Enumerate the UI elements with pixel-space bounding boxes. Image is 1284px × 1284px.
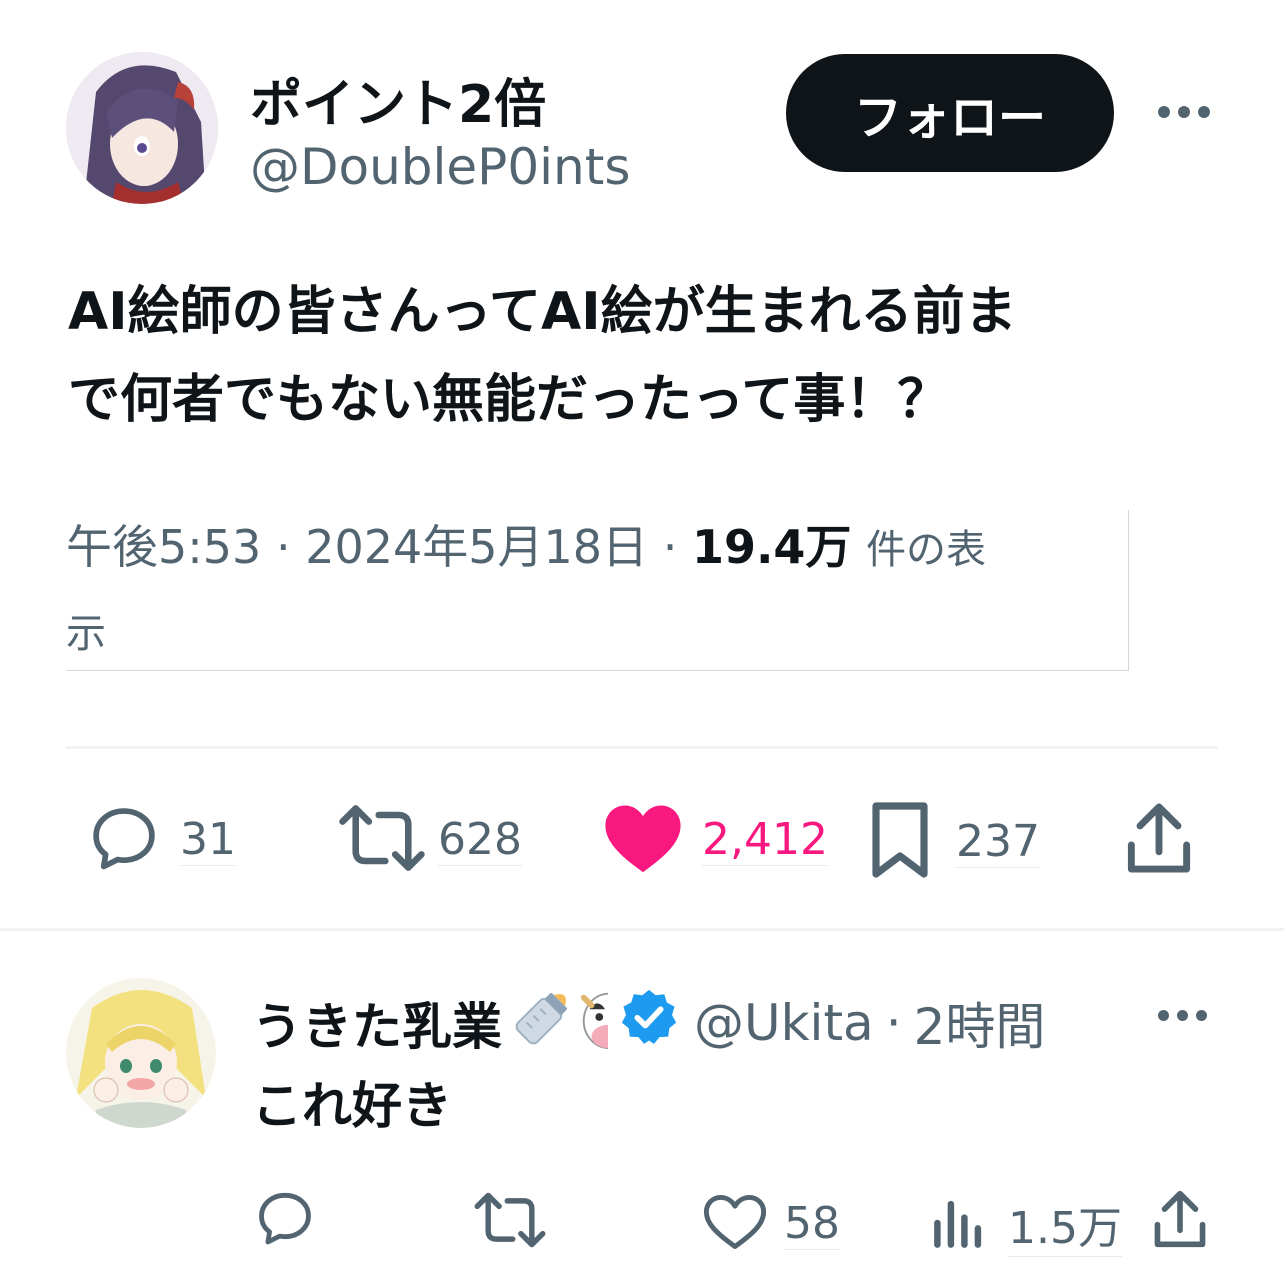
views-label: 件の表 [866, 527, 987, 573]
reply-icon [86, 800, 162, 880]
tweet-text-line: で何者でもない無能だったって事！？ [68, 370, 950, 430]
cow-emoji [574, 982, 608, 1064]
views-label-cont: 示 [66, 611, 106, 657]
views-count[interactable]: 19.4万 [692, 520, 852, 574]
reply-time[interactable]: 2時間 [914, 987, 1046, 1059]
reply-views-count: 1.5万 [1008, 1192, 1122, 1257]
verified-badge-icon[interactable] [618, 986, 680, 1060]
author-handle[interactable]: @DoubleP0ints [250, 138, 630, 196]
tweet-date[interactable]: 2024年5月18日 [305, 520, 648, 574]
bookmark-count: 237 [956, 816, 1040, 868]
reply-share-button[interactable] [1150, 1188, 1210, 1254]
tweet-text: AI絵師の皆さんってAI絵が生まれる前ま で何者でもない無能だったって事！？ [68, 268, 1228, 444]
meta-separator: · [275, 520, 291, 574]
reply-retweet-button[interactable] [470, 1190, 550, 1254]
divider [66, 746, 1218, 749]
retweet-icon [470, 1190, 550, 1254]
reply-button[interactable]: 31 [86, 800, 236, 880]
bookmark-icon [868, 800, 932, 884]
author-name[interactable]: ポイント2倍 [250, 62, 546, 137]
reply-author-avatar[interactable] [66, 978, 216, 1128]
reply-count: 31 [180, 814, 236, 866]
retweet-count: 628 [438, 814, 522, 866]
reply-like-count: 58 [784, 1198, 840, 1250]
retweet-button[interactable]: 628 [336, 800, 522, 880]
heart-icon [602, 800, 684, 880]
views-icon [932, 1195, 986, 1255]
bookmark-button[interactable]: 237 [868, 800, 1040, 884]
reply-author-name[interactable]: うきた乳業 [252, 987, 502, 1059]
reply-icon [252, 1186, 318, 1254]
share-icon [1150, 1188, 1210, 1254]
follow-button[interactable]: フォロー [786, 54, 1114, 172]
reply-more-icon[interactable] [1158, 1010, 1207, 1021]
more-icon[interactable] [1158, 106, 1210, 118]
share-icon [1124, 800, 1194, 880]
like-count: 2,412 [702, 814, 828, 866]
baby-bottle-emoji [508, 982, 578, 1064]
reply-reply-button[interactable] [252, 1186, 318, 1254]
reply-views-button[interactable]: 1.5万 [932, 1192, 1122, 1257]
tweet-metadata: 午後5:53 · 2024年5月18日 · 19.4万 件の表 示 [66, 510, 1129, 671]
reply-author-handle[interactable]: @Ukita [694, 994, 874, 1052]
share-button[interactable] [1124, 800, 1194, 880]
tweet-text-line: AI絵師の皆さんってAI絵が生まれる前ま [68, 282, 1017, 342]
like-button[interactable]: 2,412 [602, 800, 828, 880]
reply-header: うきた乳業 @Ukita · 2時間 [252, 982, 1045, 1064]
heart-icon [702, 1192, 768, 1256]
retweet-icon [336, 800, 428, 880]
author-avatar[interactable] [66, 52, 218, 204]
divider [0, 928, 1284, 931]
meta-separator: · [885, 994, 902, 1052]
reply-like-button[interactable]: 58 [702, 1192, 840, 1256]
meta-separator: · [662, 520, 678, 574]
tweet-time[interactable]: 午後5:53 [66, 520, 261, 574]
reply-text: これ好き [252, 1077, 452, 1135]
